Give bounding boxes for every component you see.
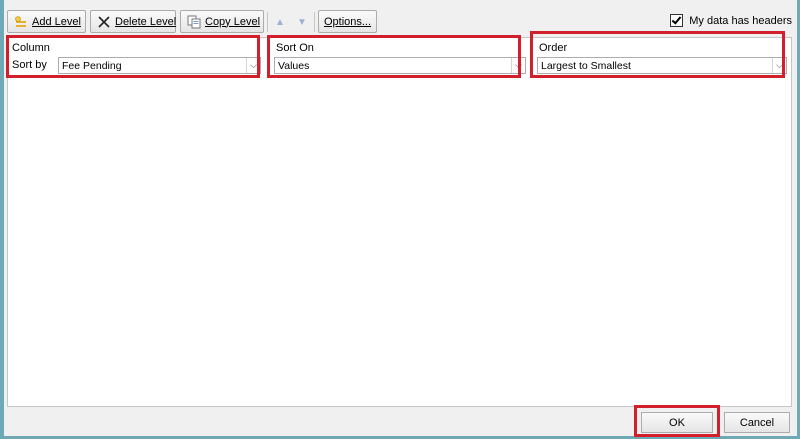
order-header: Order [539,42,568,54]
sort-by-label: Sort by [12,59,47,71]
ok-label: OK [669,416,685,429]
sort-levels-grid: Column Sort On Order Sort by Fee Pending… [7,37,792,407]
options-label: Options... [323,15,372,28]
toolbar-separator [314,12,315,32]
sort-on-select[interactable]: Values ⌵ [274,57,526,74]
move-down-icon[interactable]: ▼ [293,12,311,32]
headers-checkbox[interactable] [670,14,684,27]
add-level-icon [14,15,28,29]
delete-x-icon [97,15,111,29]
column-divider [531,38,532,78]
delete-level-label: Delete Level [115,15,177,28]
copy-icon [187,15,201,29]
ok-button[interactable]: OK [641,412,713,433]
add-level-label: Add Level [32,15,81,28]
headers-checkbox-label: My data has headers [689,14,792,27]
copy-level-button[interactable]: Copy Level [180,10,264,33]
cancel-label: Cancel [739,416,775,429]
column-select[interactable]: Fee Pending ⌵ [58,57,261,74]
sort-on-select-value: Values [278,59,310,72]
chevron-down-icon[interactable]: ⌵ [511,58,525,73]
column-divider [267,38,268,78]
add-level-button[interactable]: Add Level [7,10,86,33]
toolbar-separator [267,12,268,32]
sort-on-header: Sort On [276,42,314,54]
headers-checkbox-group[interactable]: My data has headers [670,14,792,27]
chevron-down-icon[interactable]: ⌵ [246,58,260,73]
order-select-value: Largest to Smallest [541,59,631,72]
copy-level-label: Copy Level [205,15,261,28]
order-select[interactable]: Largest to Smallest ⌵ [537,57,787,74]
chevron-down-icon[interactable]: ⌵ [772,58,786,73]
move-up-icon[interactable]: ▲ [271,12,289,32]
delete-level-button[interactable]: Delete Level [90,10,176,33]
column-select-value: Fee Pending [62,59,122,72]
cancel-button[interactable]: Cancel [724,412,790,433]
column-header: Column [12,42,50,54]
options-button[interactable]: Options... [318,10,377,33]
